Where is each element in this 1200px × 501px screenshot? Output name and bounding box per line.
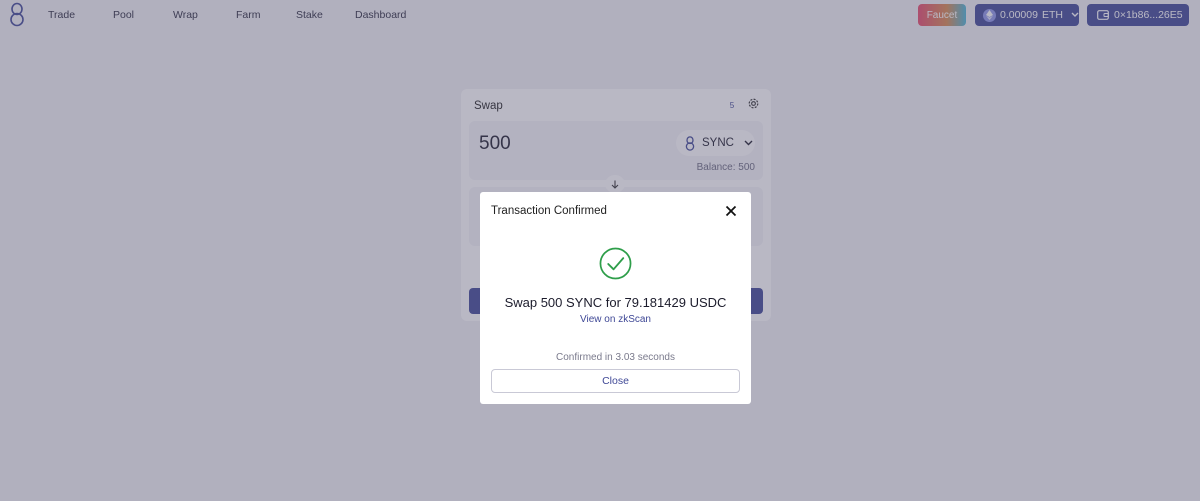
close-icon[interactable] bbox=[725, 205, 737, 217]
confirmed-time: Confirmed in 3.03 seconds bbox=[556, 352, 675, 363]
view-on-zkscan-link[interactable]: View on zkScan bbox=[480, 314, 751, 325]
transaction-confirmed-modal: Transaction Confirmed Swap 500 SYNC for … bbox=[480, 192, 751, 404]
swap-summary: Swap 500 SYNC for 79.181429 USDC bbox=[504, 295, 727, 310]
check-circle-icon bbox=[599, 247, 632, 280]
close-button[interactable]: Close bbox=[491, 369, 740, 393]
modal-title: Transaction Confirmed bbox=[491, 205, 607, 217]
